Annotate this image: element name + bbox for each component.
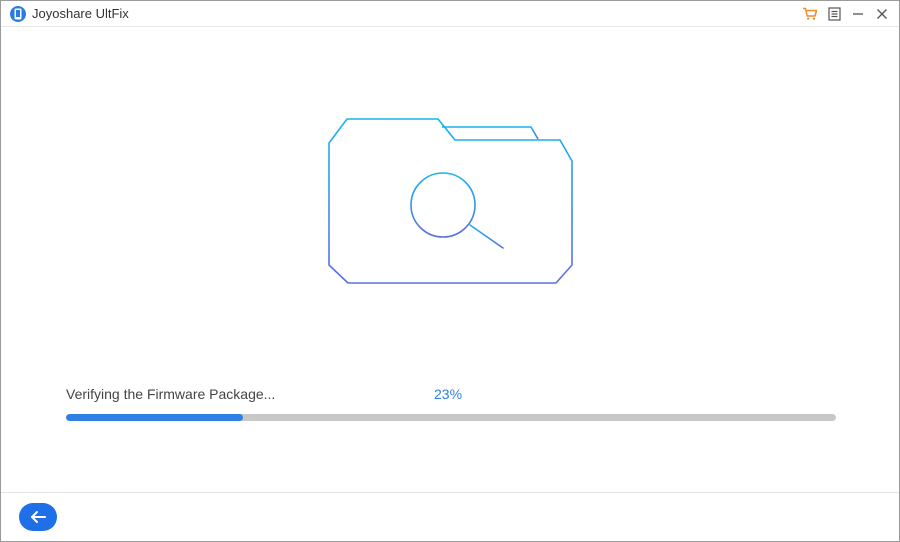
app-logo-icon [10, 5, 26, 22]
minimize-icon [853, 13, 863, 15]
folder-search-illustration [326, 115, 576, 287]
progress-percent-label: 23% [434, 386, 463, 402]
progress-bar-fill [66, 414, 244, 421]
window-title: Joyoshare UltFix [32, 6, 129, 21]
cart-button[interactable] [801, 5, 819, 23]
app-window: Joyoshare UltFix Verifying the Firmware … [0, 0, 900, 542]
menu-icon [827, 7, 841, 21]
progress-status-label: Verifying the Firmware Package... [66, 386, 276, 402]
close-icon [877, 9, 887, 19]
progress-bar [66, 414, 836, 421]
title-actions [801, 5, 891, 23]
cart-icon [803, 7, 818, 20]
arrow-left-icon [31, 511, 46, 523]
close-button[interactable] [873, 5, 891, 23]
minimize-button[interactable] [849, 5, 867, 23]
folder-search-icon [328, 118, 573, 284]
footer-bar [1, 492, 899, 541]
title-bar: Joyoshare UltFix [1, 1, 899, 27]
menu-button[interactable] [825, 5, 843, 23]
back-button[interactable] [19, 503, 57, 531]
